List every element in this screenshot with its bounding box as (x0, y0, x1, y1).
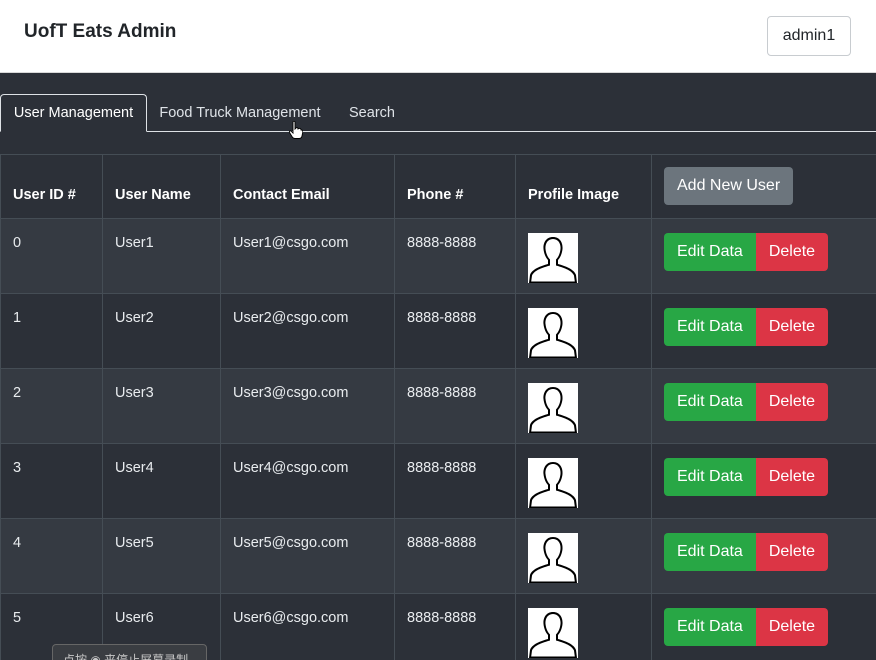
row-action-group: Edit Data Delete (664, 608, 864, 646)
cell-user-name: User4 (102, 443, 221, 519)
cell-profile-image (515, 368, 652, 444)
cell-user-name: User2 (102, 293, 221, 369)
tab-search[interactable]: Search (333, 94, 411, 132)
cell-phone: 8888-8888 (394, 218, 516, 294)
tab-food-truck-management[interactable]: Food Truck Management (147, 94, 333, 132)
delete-button[interactable]: Delete (755, 308, 829, 346)
cell-profile-image (515, 593, 652, 660)
cell-actions: Edit Data Delete (651, 593, 876, 660)
table-header-row: User ID # User Name Contact Email Phone … (0, 154, 876, 219)
cell-contact-email: User2@csgo.com (220, 293, 395, 369)
person-silhouette-icon (528, 233, 578, 283)
cell-contact-email: User4@csgo.com (220, 443, 395, 519)
delete-button[interactable]: Delete (755, 608, 829, 646)
cell-user-name: User5 (102, 518, 221, 594)
cell-profile-image (515, 443, 652, 519)
cell-phone: 8888-8888 (394, 443, 516, 519)
cell-user-id: 4 (0, 518, 103, 594)
edit-data-button[interactable]: Edit Data (664, 233, 756, 271)
cell-contact-email: User3@csgo.com (220, 368, 395, 444)
header-user-name: User Name (102, 154, 221, 219)
table-row: 2 User3 User3@csgo.com 8888-8888 Edit Data De… (0, 368, 876, 444)
cell-actions: Edit Data Delete (651, 293, 876, 369)
cell-phone: 8888-8888 (394, 593, 516, 660)
cell-phone: 8888-8888 (394, 518, 516, 594)
delete-button[interactable]: Delete (755, 533, 829, 571)
cell-profile-image (515, 293, 652, 369)
header-user-id: User ID # (0, 154, 103, 219)
screen-recording-banner: 点按 ◉ 来停止屏幕录制 (52, 644, 207, 660)
row-action-group: Edit Data Delete (664, 458, 864, 496)
person-silhouette-icon (528, 308, 578, 358)
cell-profile-image (515, 218, 652, 294)
cell-actions: Edit Data Delete (651, 518, 876, 594)
cell-user-name: User1 (102, 218, 221, 294)
cell-actions: Edit Data Delete (651, 443, 876, 519)
cell-user-id: 2 (0, 368, 103, 444)
person-silhouette-icon (528, 533, 578, 583)
table-row: 0 User1 User1@csgo.com 8888-8888 Edit Data De… (0, 218, 876, 294)
person-silhouette-icon (528, 608, 578, 658)
user-table: User ID # User Name Contact Email Phone … (0, 154, 876, 660)
header-phone: Phone # (394, 154, 516, 219)
delete-button[interactable]: Delete (755, 383, 829, 421)
person-silhouette-icon (528, 458, 578, 508)
row-action-group: Edit Data Delete (664, 308, 864, 346)
delete-button[interactable]: Delete (755, 458, 829, 496)
row-action-group: Edit Data Delete (664, 233, 864, 271)
cell-contact-email: User1@csgo.com (220, 218, 395, 294)
edit-data-button[interactable]: Edit Data (664, 308, 756, 346)
user-account-button[interactable]: admin1 (767, 16, 851, 56)
cell-phone: 8888-8888 (394, 368, 516, 444)
cell-actions: Edit Data Delete (651, 368, 876, 444)
table-row: 4 User5 User5@csgo.com 8888-8888 Edit Data De… (0, 518, 876, 594)
top-navbar: UofT Eats Admin admin1 (0, 0, 876, 73)
row-action-group: Edit Data Delete (664, 383, 864, 421)
cell-user-id: 0 (0, 218, 103, 294)
cell-phone: 8888-8888 (394, 293, 516, 369)
cell-actions: Edit Data Delete (651, 218, 876, 294)
edit-data-button[interactable]: Edit Data (664, 608, 756, 646)
app-title: UofT Eats Admin (24, 21, 177, 42)
header-profile-image: Profile Image (515, 154, 652, 219)
hand-pointer-icon (289, 121, 303, 139)
edit-data-button[interactable]: Edit Data (664, 533, 756, 571)
table-row: 3 User4 User4@csgo.com 8888-8888 Edit Data De… (0, 443, 876, 519)
cell-profile-image (515, 518, 652, 594)
header-actions: Add New User (651, 154, 876, 219)
delete-button[interactable]: Delete (755, 233, 829, 271)
cell-user-id: 1 (0, 293, 103, 369)
header-contact-email: Contact Email (220, 154, 395, 219)
row-action-group: Edit Data Delete (664, 533, 864, 571)
add-new-user-button[interactable]: Add New User (664, 167, 794, 205)
cell-user-id: 3 (0, 443, 103, 519)
cell-user-name: User3 (102, 368, 221, 444)
edit-data-button[interactable]: Edit Data (664, 458, 756, 496)
tab-user-management[interactable]: User Management (0, 94, 147, 132)
cell-contact-email: User5@csgo.com (220, 518, 395, 594)
cell-contact-email: User6@csgo.com (220, 593, 395, 660)
person-silhouette-icon (528, 383, 578, 433)
table-row: 1 User2 User2@csgo.com 8888-8888 Edit Data De… (0, 293, 876, 369)
edit-data-button[interactable]: Edit Data (664, 383, 756, 421)
